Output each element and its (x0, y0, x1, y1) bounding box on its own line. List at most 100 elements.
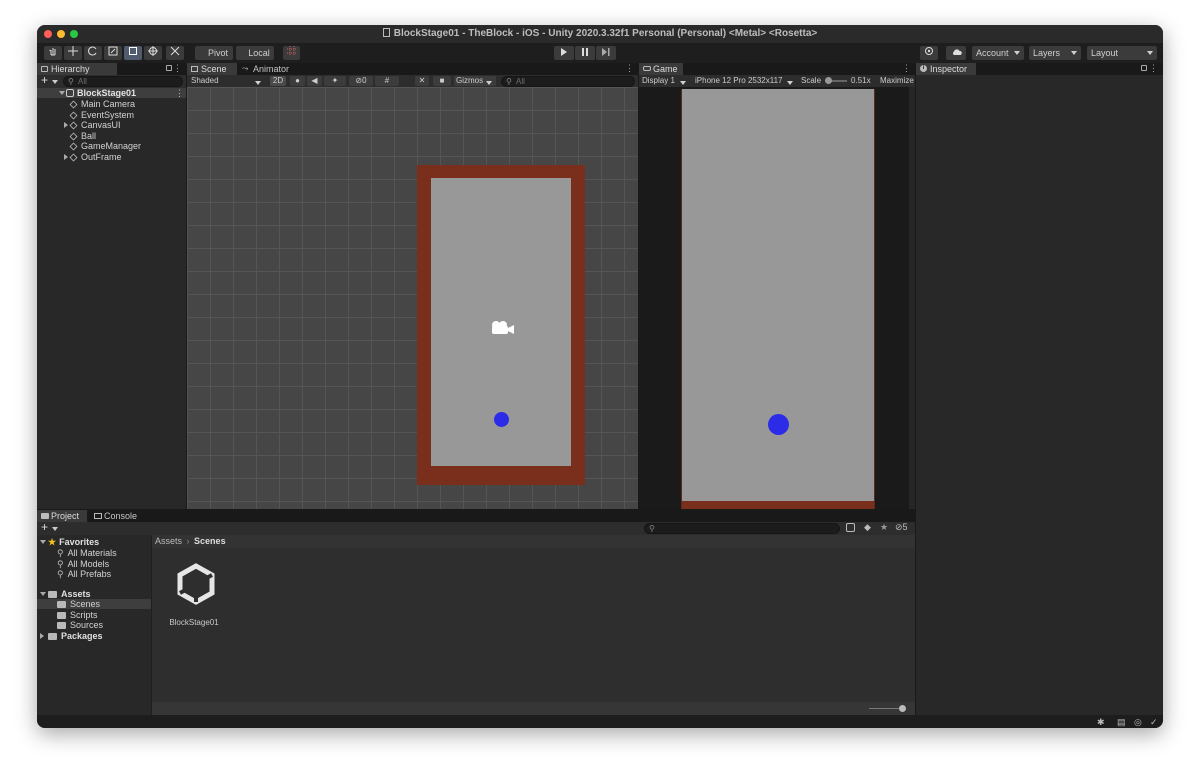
asset-folder-item[interactable]: Sources (57, 620, 103, 630)
status-ok-icon[interactable]: ✓ (1150, 717, 1158, 728)
layout-dropdown[interactable]: Layout (1087, 46, 1157, 60)
favorites-item[interactable]: ⚲ All Prefabs (57, 569, 111, 579)
expand-arrow-icon[interactable] (59, 91, 65, 95)
expand-arrow-icon[interactable] (40, 592, 46, 596)
panel-menu-icon[interactable]: ⋮ (625, 64, 634, 73)
gizmos-dropdown[interactable]: Gizmos (454, 76, 496, 86)
rotate-tool-button[interactable] (84, 46, 102, 60)
hierarchy-item[interactable]: OutFrame (64, 152, 122, 162)
layers-dropdown[interactable]: Layers (1029, 46, 1081, 60)
packages-header[interactable]: Packages (40, 631, 103, 641)
tab-game[interactable]: Game (639, 63, 683, 75)
tab-animator[interactable]: ⤳ Animator (239, 63, 299, 75)
favorites-header[interactable]: ★ Favorites (40, 537, 99, 547)
breadcrumb-current[interactable]: Scenes (194, 536, 226, 546)
account-dropdown[interactable]: Account (972, 46, 1024, 60)
hidden-objects-toggle[interactable]: ⊘0 (349, 76, 373, 86)
zoom-window-button[interactable] (70, 30, 78, 38)
cloud-button[interactable] (946, 46, 966, 60)
pause-button[interactable] (575, 46, 595, 60)
assets-header[interactable]: Assets (40, 589, 91, 599)
grid-toggle-dropdown[interactable]: # (375, 76, 399, 86)
hand-tool-button[interactable] (44, 46, 62, 60)
folder-icon (57, 601, 66, 608)
resolution-dropdown[interactable]: iPhone 12 Pro 2532x117 (693, 76, 797, 86)
icon-size-slider-handle[interactable] (899, 705, 906, 712)
play-button[interactable] (554, 46, 574, 60)
audio-toggle[interactable]: ◀ (307, 76, 322, 86)
scale-slider-handle[interactable] (825, 77, 832, 84)
hierarchy-search-input[interactable]: All (63, 76, 183, 87)
close-window-button[interactable] (44, 30, 52, 38)
tab-hierarchy[interactable]: Hierarchy (37, 63, 117, 75)
favorite-star-icon[interactable]: ★ (880, 522, 888, 533)
scene-menu-icon[interactable]: ⋮ (175, 88, 184, 98)
toggle-2d-button[interactable]: 2D (270, 76, 286, 86)
tab-console[interactable]: Console (90, 510, 142, 522)
local-toggle[interactable]: Local (236, 46, 274, 60)
panel-menu-icon[interactable]: ⋮ (1149, 64, 1158, 73)
effects-dropdown[interactable]: ✦ (324, 76, 346, 86)
camera-dropdown[interactable]: ■ (433, 76, 451, 86)
stack-icon[interactable]: ▤ (1117, 717, 1126, 728)
custom-tool-button[interactable] (166, 46, 184, 60)
game-viewport[interactable] (639, 87, 915, 509)
hierarchy-item[interactable]: EventSystem (69, 109, 135, 120)
filter-by-label-icon[interactable]: ◆ (864, 522, 871, 533)
display-dropdown[interactable]: Display 1 (640, 76, 690, 86)
hierarchy-item[interactable]: Ball (69, 131, 96, 141)
hierarchy-item[interactable]: CanvasUI (64, 120, 121, 130)
filter-by-type-icon[interactable] (846, 523, 855, 532)
breadcrumb-root[interactable]: Assets (155, 536, 182, 546)
hierarchy-item[interactable]: GameManager (69, 141, 141, 151)
panel-menu-icon[interactable]: ⋮ (902, 64, 911, 73)
expand-arrow-icon[interactable] (40, 633, 44, 639)
expand-arrow-icon[interactable] (40, 540, 46, 544)
icon-size-slider[interactable] (869, 705, 906, 712)
move-tool-button[interactable] (64, 46, 82, 60)
shading-mode-dropdown[interactable]: Shaded (189, 76, 265, 86)
asset-file-item[interactable]: BlockStage01 (166, 560, 222, 632)
tab-inspector[interactable]: i Inspector (916, 63, 976, 75)
network-icon[interactable]: ◎ (1134, 717, 1142, 728)
expand-arrow-icon[interactable] (64, 153, 68, 160)
transform-tool-button[interactable] (144, 46, 162, 60)
panel-menu-icon[interactable]: ⋮ (173, 64, 182, 73)
game-view-scrollbar[interactable] (909, 87, 915, 509)
lock-icon[interactable] (1141, 65, 1147, 71)
grid-snap-button[interactable] (283, 46, 300, 60)
project-search-input[interactable] (644, 523, 840, 534)
hidden-packages-toggle[interactable]: ⊘5 (895, 522, 908, 533)
create-dropdown-icon[interactable] (52, 80, 58, 84)
favorites-item[interactable]: ⚲ All Models (57, 559, 109, 569)
ball-object[interactable] (494, 412, 509, 427)
step-button[interactable] (596, 46, 616, 60)
tab-scene[interactable]: Scene (187, 63, 237, 75)
asset-folder-item[interactable]: Scenes (57, 599, 100, 609)
outframe-object[interactable] (417, 165, 585, 485)
asset-folder-item[interactable]: Scripts (57, 610, 98, 620)
scale-tool-button[interactable] (104, 46, 122, 60)
scene-root-item[interactable]: BlockStage01 (59, 88, 136, 98)
camera-gizmo-icon[interactable] (489, 320, 514, 334)
create-dropdown-icon[interactable] (52, 527, 58, 531)
scene-viewport[interactable] (187, 87, 638, 509)
collab-button[interactable] (920, 46, 938, 60)
hierarchy-item[interactable]: Main Camera (69, 99, 135, 109)
scene-search-input[interactable]: All (501, 76, 635, 87)
lock-icon[interactable] (166, 65, 172, 71)
create-plus-button[interactable]: + (41, 521, 48, 534)
bug-icon[interactable]: ✱ (1097, 717, 1105, 728)
expand-arrow-icon[interactable] (64, 122, 68, 128)
lighting-toggle[interactable]: ● (290, 76, 305, 86)
minimize-window-button[interactable] (57, 30, 65, 38)
pivot-toggle[interactable]: Pivot (195, 46, 233, 60)
maximize-toggle[interactable]: Maximize (880, 76, 914, 86)
scale-slider[interactable] (825, 77, 847, 84)
hierarchy-item-label: EventSystem (81, 109, 135, 120)
gameobject-cube-icon (69, 121, 78, 130)
rect-tool-button[interactable] (124, 46, 142, 60)
create-plus-button[interactable]: + (41, 74, 48, 87)
favorites-item[interactable]: ⚲ All Materials (57, 548, 117, 558)
tools-button[interactable]: ✕ (415, 76, 429, 86)
